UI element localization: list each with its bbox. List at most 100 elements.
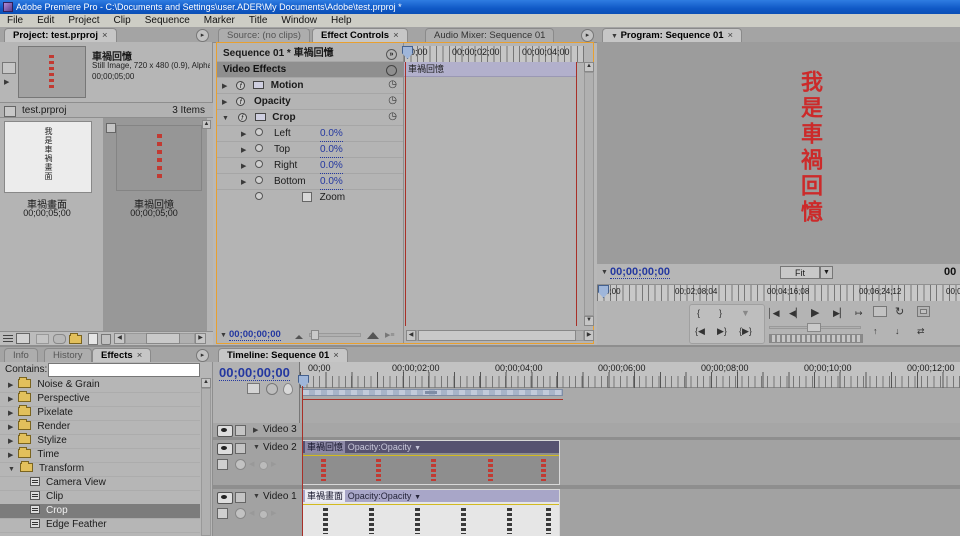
folder-time[interactable]: ▶Time <box>0 448 200 463</box>
keyframe-toggle-icon[interactable] <box>255 192 263 200</box>
lift-icon[interactable]: ↑ <box>873 325 878 337</box>
clip-keyframe-label[interactable]: Opacity:Opacity <box>348 491 412 501</box>
set-in-point-icon[interactable]: { <box>697 307 700 319</box>
bin-row[interactable]: test.prproj 3 Items <box>0 102 213 118</box>
disclosure-icon[interactable]: ▶ <box>217 83 227 90</box>
effect-enabled-icon[interactable]: f <box>238 113 247 122</box>
keyframe-toggle-icon[interactable] <box>255 128 263 136</box>
ec-param-bottom[interactable]: ▶ Bottom 0.0% <box>217 174 403 190</box>
go-to-out-icon[interactable]: ▶} <box>717 325 727 337</box>
folder-stylize[interactable]: ▶Stylize <box>0 434 200 449</box>
menu-edit[interactable]: Edit <box>30 15 61 26</box>
scroll-up-icon[interactable]: ▲ <box>584 62 594 72</box>
param-value[interactable]: 0.0% <box>320 142 343 158</box>
menu-clip[interactable]: Clip <box>106 15 137 26</box>
menu-file[interactable]: File <box>0 15 30 26</box>
folder-noise-grain[interactable]: ▶Noise & Grain <box>0 378 200 393</box>
play-icon[interactable]: ▶ <box>811 307 819 319</box>
timeline-timecode[interactable]: 00;00;00;00 <box>219 365 290 381</box>
panel-menu-icon[interactable]: ▸ <box>196 29 209 42</box>
track-lock-toggle[interactable] <box>235 492 246 503</box>
safe-margins-icon[interactable] <box>917 306 930 317</box>
new-bin-icon[interactable] <box>69 335 82 344</box>
program-ruler[interactable]: 0;00 00;02;08;04 00;04;16;08 00;06;24;12… <box>597 284 960 302</box>
folder-pixelate[interactable]: ▶Pixelate <box>0 406 200 421</box>
h-scroll-thumb[interactable] <box>146 333 180 344</box>
set-display-style-icon[interactable] <box>217 459 228 470</box>
ec-param-left[interactable]: ▶ Left 0.0% <box>217 126 403 142</box>
ec-param-zoom[interactable]: Zoom <box>217 190 403 205</box>
scroll-left-icon[interactable]: ◀ <box>114 333 125 344</box>
poster-frame-icon[interactable] <box>2 62 16 74</box>
folder-render[interactable]: ▶Render <box>0 420 200 435</box>
folder-transform[interactable]: ▼Transform <box>0 462 200 477</box>
contains-input[interactable] <box>48 363 200 377</box>
clear-icon[interactable] <box>101 334 111 345</box>
automate-to-sequence-icon[interactable] <box>36 334 49 344</box>
chevron-down-icon[interactable]: ▼ <box>220 332 227 339</box>
param-value[interactable]: 0.0% <box>320 174 343 190</box>
scroll-right-icon[interactable]: ▶ <box>195 333 206 344</box>
effect-camera-view[interactable]: Camera View <box>0 476 200 491</box>
close-icon[interactable]: × <box>137 350 143 361</box>
menu-sequence[interactable]: Sequence <box>138 15 197 26</box>
step-back-icon[interactable]: ◀▏ <box>789 307 803 319</box>
work-area-handle[interactable] <box>425 391 437 394</box>
keyframe-toggle-icon[interactable] <box>255 144 263 152</box>
clip-keyframe-label[interactable]: Opacity:Opacity <box>348 442 412 452</box>
chevron-down-icon[interactable]: ▼ <box>611 33 618 40</box>
trim-icon[interactable]: ⇄ <box>917 325 925 337</box>
disclosure-icon[interactable]: ▶ <box>217 99 227 106</box>
toggle-track-output-icon[interactable] <box>217 492 233 504</box>
ec-effect-opacity[interactable]: ▶ f Opacity ◷ <box>217 94 403 110</box>
ec-timecode[interactable]: 00;00;00;00 <box>229 329 281 341</box>
chevron-down-icon[interactable]: ▼ <box>414 494 421 501</box>
tab-history[interactable]: History <box>44 348 92 362</box>
ec-effect-crop[interactable]: ▼ f Crop ◷ <box>217 110 403 126</box>
h-scroll-thumb[interactable] <box>418 330 576 341</box>
panel-menu-icon[interactable]: ▸ <box>581 29 594 42</box>
loop-icon[interactable]: ↻ <box>895 306 904 318</box>
disclosure-icon[interactable]: ▶ <box>217 147 246 154</box>
scroll-up-icon[interactable]: ▲ <box>202 120 211 129</box>
track-name[interactable]: Video 2 <box>263 442 297 453</box>
tab-effect-controls[interactable]: Effect Controls× <box>312 28 408 42</box>
close-icon[interactable]: × <box>333 350 339 361</box>
set-marker-icon[interactable]: ▼ <box>741 307 750 319</box>
scroll-down-icon[interactable]: ▼ <box>584 316 594 326</box>
tab-effects[interactable]: Effects× <box>92 348 151 362</box>
ec-param-right[interactable]: ▶ Right 0.0% <box>217 158 403 174</box>
ec-clip-bar[interactable]: 車禍回憶 <box>404 62 576 77</box>
disclosure-icon[interactable]: ▶ <box>217 163 246 170</box>
opacity-rubber-band[interactable] <box>303 504 559 505</box>
menu-title[interactable]: Title <box>242 15 275 26</box>
zoom-level-dropdown-icon[interactable]: ▼ <box>820 266 833 279</box>
collapse-track-icon[interactable]: ▼ <box>253 444 260 451</box>
show-keyframes-icon[interactable]: » <box>386 49 397 60</box>
go-to-next-edit-icon[interactable]: ↦ <box>855 307 863 319</box>
track-name[interactable]: Video 3 <box>263 424 297 435</box>
panel-menu-icon[interactable]: ▸ <box>196 349 209 362</box>
tab-info[interactable]: Info <box>4 348 38 362</box>
toggle-animation-icon[interactable]: ◷ <box>388 96 397 106</box>
toggle-track-output-icon[interactable] <box>217 425 233 437</box>
go-to-previous-edit-icon[interactable]: │◀ <box>767 307 780 319</box>
toggle-animation-icon[interactable]: ◷ <box>388 80 397 90</box>
add-keyframe-icon[interactable] <box>259 510 268 519</box>
opacity-rubber-band[interactable] <box>303 455 559 456</box>
tab-timeline[interactable]: Timeline: Sequence 01× <box>218 348 348 362</box>
folder-perspective[interactable]: ▶Perspective <box>0 392 200 407</box>
clip-v1[interactable]: 車禍畫面 Opacity:Opacity ▼ <box>302 489 560 536</box>
play-audio-icon[interactable]: ▶≡ <box>385 331 394 339</box>
icon-view-icon[interactable] <box>16 333 30 344</box>
prev-keyframe-icon[interactable]: ◀ <box>249 509 254 517</box>
menu-help[interactable]: Help <box>324 15 359 26</box>
scroll-right-icon[interactable]: ▶ <box>584 330 594 341</box>
clip-v2[interactable]: 車禍回憶 Opacity:Opacity ▼ <box>302 440 560 485</box>
effect-edge-feather[interactable]: Edge Feather <box>0 518 200 533</box>
expand-track-icon[interactable]: ▶ <box>253 426 258 434</box>
zoom-out-icon[interactable] <box>295 335 303 339</box>
param-value[interactable]: 0.0% <box>320 158 343 174</box>
close-icon[interactable]: × <box>393 30 399 41</box>
project-item-1[interactable]: 我是車禍畫面 車禍畫面 00;00;05;00 <box>2 120 102 260</box>
